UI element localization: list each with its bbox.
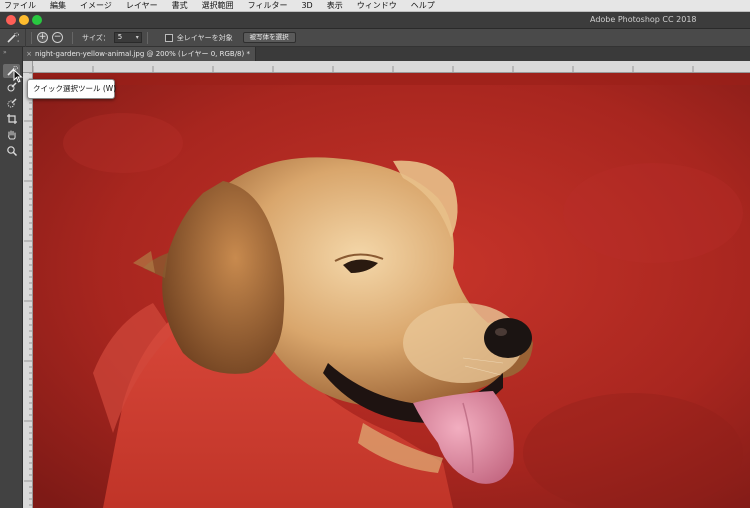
menu-type[interactable]: 書式 xyxy=(165,0,195,12)
sample-all-layers-checkbox[interactable] xyxy=(164,33,173,42)
tool-hand[interactable] xyxy=(3,128,20,142)
minimize-window-button[interactable] xyxy=(19,15,29,25)
menu-help[interactable]: ヘルプ xyxy=(404,0,442,12)
horizontal-ruler[interactable] xyxy=(33,61,750,73)
menu-edit[interactable]: 編集 xyxy=(43,0,73,12)
menu-select[interactable]: 選択範囲 xyxy=(195,0,241,12)
options-separator xyxy=(146,31,148,44)
tool-preset-picker[interactable] xyxy=(0,28,26,47)
dog-photo-with-selection-overlay xyxy=(33,73,750,508)
menu-3d[interactable]: 3D xyxy=(294,0,319,12)
options-separator xyxy=(72,31,73,44)
app-title: Adobe Photoshop CC 2018 xyxy=(590,15,697,24)
close-tab-icon[interactable]: × xyxy=(23,47,35,61)
tool-tooltip: クイック選択ツール (W) xyxy=(27,79,116,99)
tools-panel: » xyxy=(0,47,23,508)
brush-size-field[interactable]: 5 ▾ xyxy=(113,32,142,43)
panel-collapse-icon[interactable]: » xyxy=(3,49,7,56)
document-tab[interactable]: × night-garden-yellow-animal.jpg @ 200% (… xyxy=(23,47,256,61)
vertical-ruler[interactable] xyxy=(23,61,33,508)
maximize-window-button[interactable] xyxy=(32,15,42,25)
horizontal-ruler-ticks xyxy=(33,66,694,72)
title-bar: Adobe Photoshop CC 2018 xyxy=(0,12,750,29)
chevron-down-icon[interactable]: ▾ xyxy=(136,33,139,42)
mouse-pointer-icon xyxy=(13,69,23,83)
brush-size-label: サイズ： xyxy=(82,33,110,42)
document-tab-title: night-garden-yellow-animal.jpg @ 200% (レ… xyxy=(35,50,250,58)
menu-layer[interactable]: レイヤー xyxy=(119,0,165,12)
select-subject-button[interactable]: 被写体を選択 xyxy=(242,32,296,43)
subtract-from-selection-button[interactable]: − xyxy=(52,32,63,43)
tool-zoom[interactable] xyxy=(3,144,20,158)
document-canvas[interactable] xyxy=(33,73,750,508)
refine-brush-icon xyxy=(7,98,16,108)
menu-bar: ファイル 編集 イメージ レイヤー 書式 選択範囲 フィルター 3D 表示 ウィ… xyxy=(0,0,750,12)
options-bar: + − サイズ： 5 ▾ 全レイヤーを対象 被写体を選択 xyxy=(0,28,750,47)
sample-all-layers-label: 全レイヤーを対象 xyxy=(176,33,233,42)
brush-size-value: 5 xyxy=(117,33,123,41)
crop-icon xyxy=(6,114,17,124)
zoom-icon xyxy=(6,146,17,157)
minus-icon: − xyxy=(53,32,62,42)
close-window-button[interactable] xyxy=(6,15,16,25)
vertical-ruler-ticks xyxy=(24,61,32,506)
tool-refine-brush[interactable] xyxy=(3,96,20,110)
ruler-origin[interactable] xyxy=(23,61,33,73)
menu-view[interactable]: 表示 xyxy=(320,0,350,12)
quick-selection-brush-icon xyxy=(6,32,19,43)
hand-icon xyxy=(7,130,16,140)
tool-crop[interactable] xyxy=(3,112,20,126)
options-separator xyxy=(31,31,32,44)
document-tab-bar: × night-garden-yellow-animal.jpg @ 200% (… xyxy=(23,47,750,61)
plus-icon: + xyxy=(38,32,47,42)
menu-image[interactable]: イメージ xyxy=(73,0,119,12)
add-to-selection-button[interactable]: + xyxy=(37,32,48,43)
menu-window[interactable]: ウィンドウ xyxy=(350,0,404,12)
menu-filter[interactable]: フィルター xyxy=(241,0,295,12)
menu-file[interactable]: ファイル xyxy=(0,0,43,12)
